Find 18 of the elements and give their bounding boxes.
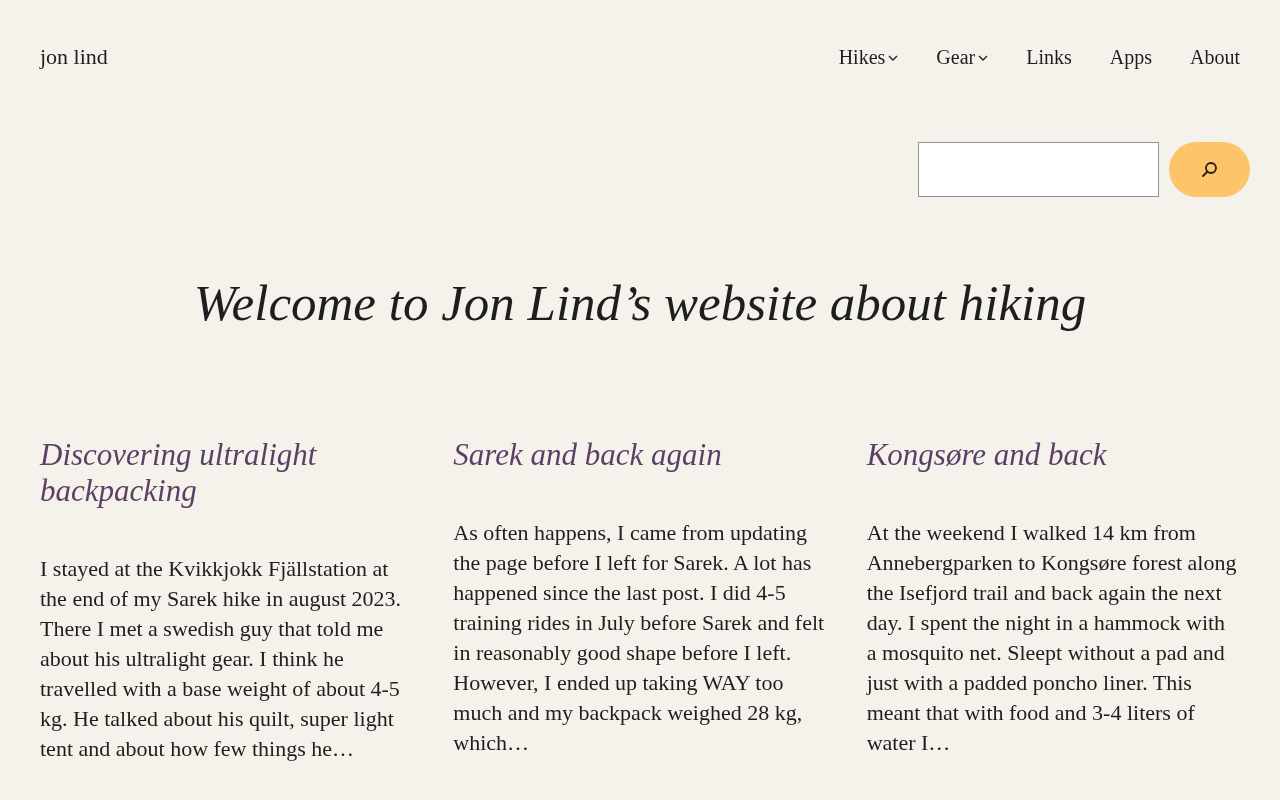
nav-link[interactable]: Hikes	[838, 42, 899, 72]
post-title-link[interactable]: Kongsøre and back	[866, 437, 1240, 473]
search-button[interactable]	[1169, 142, 1250, 197]
page-heading: Welcome to Jon Lind’s website about hiking	[192, 274, 1088, 333]
post-title-link[interactable]: Discovering ultralight backpacking	[40, 437, 414, 509]
chevron-down-icon	[978, 55, 989, 61]
nav-link[interactable]: Apps	[1109, 42, 1152, 72]
post-excerpt: As often happens, I came from updating the page before I left for Sarek. A lot has happened since the last post. I did 4-5 training rides in July before Sarek and felt in reasonably good shape before I left. However, I ended up taking WAY too much and my backpack weighed 28 kg, which…	[453, 519, 826, 757]
site-title[interactable]: jon lind	[40, 42, 108, 72]
post-excerpt: At the weekend I walked 14 km from Annebergparken to Kongsøre forest along the Isefjord trail and back again the next day. I spent the night in a hammock with a mosquito net. Sleept without a pad and just with a padded poncho liner. This meant that with food and 3-4 liters of water I…	[866, 519, 1238, 757]
search-icon	[1201, 161, 1218, 178]
post-excerpt: I stayed at the Kvikkjokk Fjällstation at the end of my Sarek hike in august 2023. There I met a swedish guy that told me about his ultralight gear. I think he travelled with a base weight of about 4-5 kg. He talked about his quilt, super light tent and about how few things he…	[40, 555, 403, 763]
nav-link[interactable]: Links	[1026, 42, 1072, 72]
post-title-link[interactable]: Sarek and back again	[453, 437, 827, 473]
nav-link[interactable]: About	[1190, 42, 1240, 72]
chevron-down-icon	[888, 55, 899, 61]
nav-link[interactable]: Gear	[936, 42, 989, 72]
search-field[interactable]	[918, 142, 1159, 197]
